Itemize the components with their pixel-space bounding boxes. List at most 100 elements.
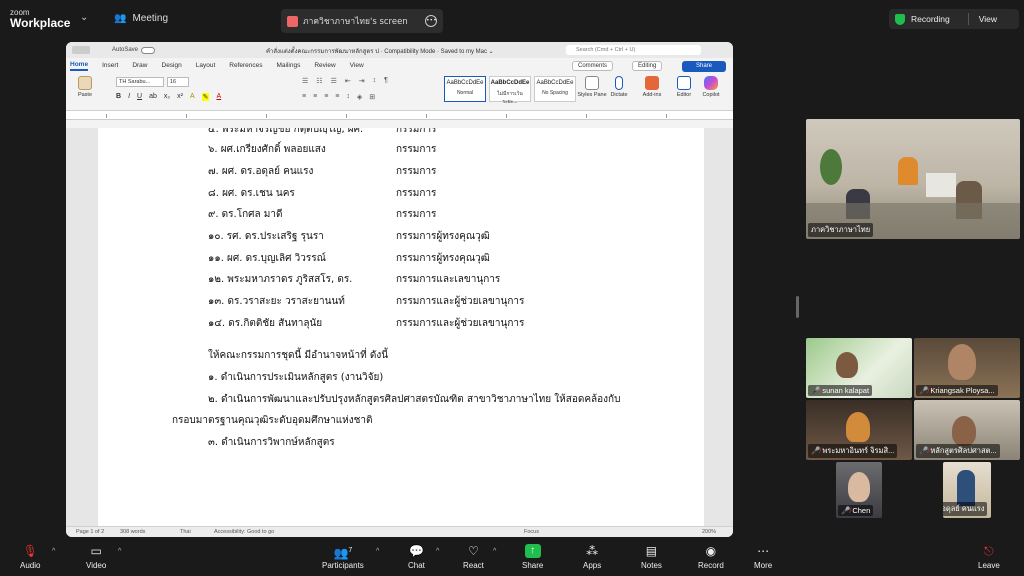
participants-options-caret[interactable]: ^ xyxy=(376,548,379,555)
tab-draw[interactable]: Draw xyxy=(132,62,147,69)
tab-layout[interactable]: Layout xyxy=(196,62,216,69)
shading-icon[interactable]: ◈ xyxy=(357,93,362,101)
audio-button[interactable]: 🎙 Audio xyxy=(20,544,40,570)
main-video-tile[interactable]: ภาควิชาภาษาไทย xyxy=(806,119,1020,239)
participants-button[interactable]: 👥7 Participants xyxy=(322,544,364,570)
document-title: คำสั่งแต่งตั้งคณะกรรมการพัฒนาหลักสูตร ป … xyxy=(266,49,494,55)
chat-button[interactable]: 💬 Chat xyxy=(408,544,425,570)
leave-button[interactable]: ⎋ Leave xyxy=(978,544,1000,570)
subscript-icon[interactable]: x₂ xyxy=(164,93,170,101)
add-ins-icon xyxy=(645,76,659,90)
dictate-label: Dictate xyxy=(610,92,628,98)
word-title-bar: AutoSave คำสั่งแต่งตั้งคณะกรรมการพัฒนาหล… xyxy=(66,42,733,58)
pilcrow-icon[interactable]: ¶ xyxy=(384,77,388,85)
window-controls[interactable] xyxy=(72,46,90,54)
sort-icon[interactable]: ↕ xyxy=(373,77,377,85)
bullets-icon[interactable]: ☰ xyxy=(302,77,308,85)
participant-tile[interactable]: 🎤̸ sunan kalapat xyxy=(806,338,912,398)
video-options-caret[interactable]: ^ xyxy=(118,548,121,555)
font-name-select[interactable]: TH Sarabu... xyxy=(116,77,164,87)
search-input[interactable]: Search (Cmd + Ctrl + U) xyxy=(566,45,701,55)
tab-view[interactable]: View xyxy=(350,62,364,69)
participant-tile[interactable]: 🎤̸ Kriangsak Ploysa... xyxy=(914,338,1020,398)
participant-tile[interactable]: 🎤̸ พระมหาอินทร์ จิรมสิ... xyxy=(806,400,912,460)
tab-design[interactable]: Design xyxy=(162,62,182,69)
more-options-icon[interactable]: ••• xyxy=(425,15,437,27)
page-count[interactable]: Page 1 of 2 xyxy=(76,529,104,535)
mic-muted-icon: 🎤̸ xyxy=(919,446,929,455)
video-button[interactable]: ▭ Video xyxy=(86,544,106,570)
react-button[interactable]: ♡ React xyxy=(463,544,484,570)
add-ins-label: Add-ins xyxy=(642,92,662,98)
chevron-down-icon[interactable]: ⌄ xyxy=(80,12,88,23)
react-options-caret[interactable]: ^ xyxy=(493,548,496,555)
justify-icon[interactable]: ≡ xyxy=(335,93,339,101)
copilot-button[interactable]: Copilot xyxy=(696,76,726,98)
language-status[interactable]: Thai xyxy=(180,529,191,535)
audio-options-caret[interactable]: ^ xyxy=(52,548,55,555)
style-no-spacing[interactable]: AaBbCcDdEe No Spacing xyxy=(534,76,576,102)
recording-indicator[interactable]: Recording View xyxy=(889,9,1019,29)
autosave-toggle[interactable] xyxy=(141,46,156,54)
add-ins-button[interactable]: Add-ins xyxy=(637,76,667,98)
meeting-button[interactable]: 👥 Meeting xyxy=(114,13,168,24)
notes-button[interactable]: ▤ Notes xyxy=(641,544,662,570)
share-screen-button[interactable]: ↑ Share xyxy=(522,544,543,570)
participant-tile[interactable]: 🎤̸ดร.อดุลย์ คนแรง xyxy=(943,462,991,518)
numbering-icon[interactable]: ☷ xyxy=(316,77,322,85)
autosave-label: AutoSave xyxy=(112,47,139,53)
participant-tile[interactable]: 🎤̸ หลักสูตรศิลปศาสต... xyxy=(914,400,1020,460)
multilevel-list-icon[interactable]: ☰ xyxy=(331,77,337,85)
member-role: กรรมการและเลขานุการ xyxy=(396,274,501,285)
italic-icon[interactable]: I xyxy=(128,93,130,101)
tab-review[interactable]: Review xyxy=(314,62,335,69)
tab-home[interactable]: Home xyxy=(70,61,89,71)
shared-screen-tab[interactable]: ภาควิชาภาษาไทย's screen ••• xyxy=(281,9,443,33)
style-thai-no-spacing[interactable]: AaBbCcDdEe ไม่มีการเว้นระยะ... xyxy=(489,76,531,105)
borders-icon[interactable]: ⊞ xyxy=(369,93,375,101)
view-button[interactable]: View xyxy=(979,14,997,24)
focus-button[interactable]: Focus xyxy=(524,529,539,535)
styles-pane-button[interactable]: Styles Pane xyxy=(577,76,607,98)
apps-button[interactable]: ⁂ Apps xyxy=(583,544,601,570)
align-center-icon[interactable]: ≡ xyxy=(313,93,317,101)
line-spacing-icon[interactable]: ↕ xyxy=(346,93,350,101)
participant-tile[interactable]: 🎤̸ Chen xyxy=(836,462,882,518)
zoom-level[interactable]: 200% xyxy=(702,529,716,535)
align-left-icon[interactable]: ≡ xyxy=(302,93,306,101)
underline-icon[interactable]: U xyxy=(137,93,142,101)
tab-mailings[interactable]: Mailings xyxy=(277,62,301,69)
decrease-indent-icon[interactable]: ⇤ xyxy=(345,77,351,85)
zoom-logo[interactable]: zoom Workplace xyxy=(10,9,70,30)
text-effects-icon[interactable]: A xyxy=(190,93,195,101)
align-right-icon[interactable]: ≡ xyxy=(324,93,328,101)
panel-resize-handle[interactable] xyxy=(796,296,799,318)
tab-references[interactable]: References xyxy=(229,62,262,69)
more-button[interactable]: ⋯ More xyxy=(754,544,772,570)
paste-button[interactable]: Paste xyxy=(70,76,100,98)
record-button[interactable]: ◉ Record xyxy=(698,544,724,570)
share-button[interactable]: Share xyxy=(682,61,726,72)
paragraph-row-1: ☰ ☷ ☰ ⇤ ⇥ ↕ ¶ xyxy=(302,77,388,85)
word-count[interactable]: 308 words xyxy=(120,529,145,535)
editor-button[interactable]: Editor xyxy=(669,76,699,98)
participant-name: 🎤̸ หลักสูตรศิลปศาสต... xyxy=(916,444,1000,458)
mic-muted-icon: 🎤̸ xyxy=(919,386,929,395)
increase-indent-icon[interactable]: ⇥ xyxy=(359,77,365,85)
superscript-icon[interactable]: x² xyxy=(177,93,183,101)
tab-insert[interactable]: Insert xyxy=(102,62,118,69)
style-normal[interactable]: AaBbCcDdEe Normal xyxy=(444,76,486,102)
document-page[interactable]: ๕. พระมหาจรัญชัย กิตฺติปญฺโญ, ผศ. กรรมกา… xyxy=(98,128,704,526)
editing-button[interactable]: Editing xyxy=(632,61,663,71)
comments-button[interactable]: Comments xyxy=(572,61,614,71)
dictate-button[interactable]: Dictate xyxy=(604,76,634,98)
chat-options-caret[interactable]: ^ xyxy=(436,548,439,555)
font-color-icon[interactable]: A xyxy=(216,93,221,101)
font-size-select[interactable]: 16 xyxy=(167,77,189,87)
accessibility-status[interactable]: Accessibility: Good to go xyxy=(214,529,274,535)
ruler[interactable] xyxy=(66,111,733,120)
highlight-icon[interactable]: ✎ xyxy=(201,93,210,101)
bold-icon[interactable]: B xyxy=(116,93,121,101)
strikethrough-icon[interactable]: ab xyxy=(149,93,157,101)
participant-name-label: Kriangsak Ploysa... xyxy=(930,386,995,395)
